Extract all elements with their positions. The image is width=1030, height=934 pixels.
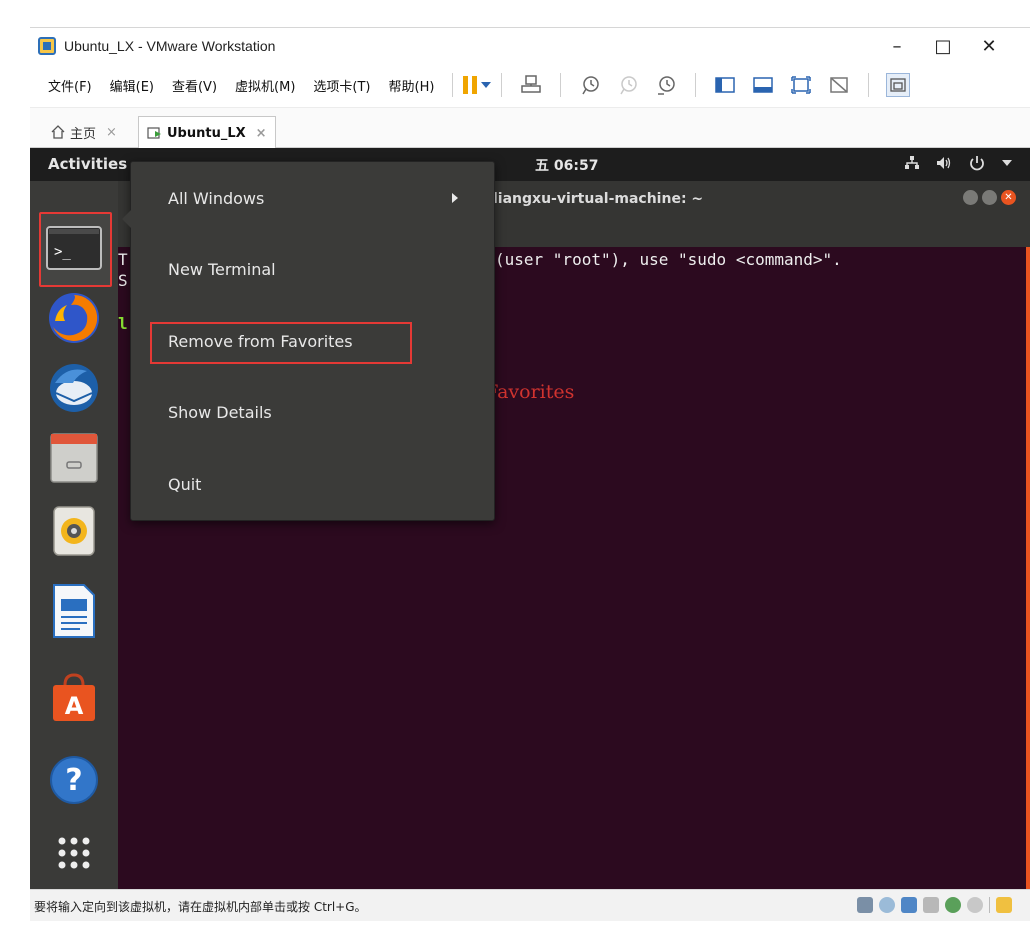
console-view-icon[interactable] bbox=[751, 73, 775, 97]
thunderbird-icon[interactable] bbox=[42, 356, 106, 420]
home-icon bbox=[51, 125, 65, 139]
window-title: Ubuntu_LX - VMware Workstation bbox=[64, 37, 276, 54]
dock: >_ A ? bbox=[30, 181, 118, 889]
pause-icon bbox=[463, 76, 478, 94]
svg-text:>_: >_ bbox=[54, 244, 71, 260]
power-icon[interactable] bbox=[968, 154, 986, 172]
vmware-app-icon bbox=[38, 36, 56, 55]
snapshot-icon[interactable] bbox=[578, 73, 602, 97]
menu-pointer bbox=[122, 210, 131, 228]
menu-vm[interactable]: 虚拟机(M) bbox=[235, 76, 295, 95]
terminal-icon[interactable]: >_ bbox=[42, 216, 106, 280]
pause-button[interactable] bbox=[463, 76, 492, 94]
status-separator bbox=[989, 897, 990, 913]
terminal-prompt-prefix: l bbox=[118, 314, 128, 333]
menu-item-show-details[interactable]: Show Details bbox=[168, 403, 272, 422]
volume-icon[interactable] bbox=[936, 155, 952, 171]
menu-bar: 文件(F) 编辑(E) 查看(V) 虚拟机(M) 选项卡(T) 帮助(H) bbox=[30, 63, 1030, 108]
fullscreen-icon[interactable] bbox=[789, 73, 813, 97]
tab-ubuntu-lx[interactable]: Ubuntu_LX × bbox=[138, 116, 276, 149]
terminal-minimize-button[interactable] bbox=[963, 190, 978, 205]
menu-item-all-windows[interactable]: All Windows bbox=[168, 189, 264, 208]
menu-edit[interactable]: 编辑(E) bbox=[110, 76, 154, 95]
tab-home-close-icon[interactable]: × bbox=[106, 125, 117, 140]
submenu-arrow-icon bbox=[452, 193, 458, 203]
terminal-window-controls: ✕ bbox=[963, 190, 1016, 205]
library-view-icon[interactable] bbox=[713, 73, 737, 97]
tab-home[interactable]: 主页 × bbox=[42, 116, 125, 148]
dock-context-menu: All Windows New Terminal Remove from Fav… bbox=[122, 161, 495, 521]
snapshot-manager-icon[interactable] bbox=[654, 73, 678, 97]
menu-file[interactable]: 文件(F) bbox=[48, 76, 92, 95]
tab-home-label: 主页 bbox=[70, 126, 97, 142]
vm-running-icon bbox=[147, 127, 161, 139]
maximize-button[interactable]: □ bbox=[920, 28, 966, 64]
files-icon[interactable] bbox=[42, 426, 106, 490]
clock[interactable]: 五 06:57 bbox=[535, 155, 598, 175]
toolbar-separator bbox=[501, 73, 503, 97]
software-center-icon[interactable]: A bbox=[42, 666, 106, 730]
display-icon[interactable] bbox=[967, 897, 983, 913]
hard-disk-icon[interactable] bbox=[857, 897, 873, 913]
device-icons bbox=[857, 897, 1012, 913]
unity-mode-icon[interactable] bbox=[827, 73, 851, 97]
status-text: 要将输入定向到该虚拟机，请在虚拟机内部单击或按 Ctrl+G。 bbox=[34, 900, 367, 914]
terminal-maximize-button[interactable] bbox=[982, 190, 997, 205]
cd-dvd-icon[interactable] bbox=[879, 897, 895, 913]
close-button[interactable]: ✕ bbox=[966, 28, 1012, 64]
sound-card-icon[interactable] bbox=[945, 897, 961, 913]
chevron-down-icon[interactable] bbox=[481, 82, 492, 88]
rhythmbox-icon[interactable] bbox=[42, 499, 106, 563]
system-tray[interactable] bbox=[904, 154, 1012, 172]
menu-help[interactable]: 帮助(H) bbox=[389, 76, 435, 95]
minimize-button[interactable]: – bbox=[874, 28, 920, 64]
network-adapter-icon[interactable] bbox=[901, 897, 917, 913]
menu-view[interactable]: 查看(V) bbox=[172, 76, 217, 95]
window-titlebar: Ubuntu_LX - VMware Workstation – □ ✕ bbox=[30, 27, 1030, 63]
toolbar-separator bbox=[695, 73, 697, 97]
terminal-line-prefix: T bbox=[118, 250, 128, 269]
menu-item-quit[interactable]: Quit bbox=[168, 475, 201, 494]
tab-vm-label: Ubuntu_LX bbox=[167, 125, 246, 141]
status-bar: 要将输入定向到该虚拟机，请在虚拟机内部单击或按 Ctrl+G。 bbox=[30, 889, 1030, 921]
menu-item-remove-from-favorites[interactable]: Remove from Favorites bbox=[168, 332, 353, 351]
activities-button[interactable]: Activities bbox=[48, 155, 127, 173]
menu-tabs[interactable]: 选项卡(T) bbox=[313, 76, 370, 95]
terminal-line: (user "root"), use "sudo <command>". bbox=[495, 250, 842, 269]
terminal-close-button[interactable]: ✕ bbox=[1001, 190, 1016, 205]
show-apps-icon[interactable] bbox=[42, 821, 106, 885]
terminal-line-prefix: S bbox=[118, 271, 128, 290]
toolbar-separator bbox=[452, 73, 454, 97]
revert-snapshot-icon[interactable] bbox=[616, 73, 640, 97]
network-icon[interactable] bbox=[904, 155, 920, 171]
chevron-down-icon[interactable] bbox=[1002, 160, 1012, 166]
svg-text:A: A bbox=[65, 692, 84, 720]
firefox-icon[interactable] bbox=[42, 286, 106, 350]
help-icon[interactable]: ? bbox=[42, 748, 106, 812]
printer-icon[interactable] bbox=[923, 897, 939, 913]
menu-item-new-terminal[interactable]: New Terminal bbox=[168, 260, 276, 279]
message-log-icon[interactable] bbox=[996, 897, 1012, 913]
libreoffice-writer-icon[interactable] bbox=[42, 579, 106, 643]
toolbar-separator bbox=[560, 73, 562, 97]
window-mode-icon[interactable] bbox=[886, 73, 911, 97]
svg-text:?: ? bbox=[65, 763, 82, 798]
vm-tab-bar: 主页 × Ubuntu_LX × bbox=[30, 108, 1030, 149]
send-ctrl-alt-del-icon[interactable] bbox=[519, 73, 543, 97]
terminal-title: liangxu-virtual-machine: ~ bbox=[493, 191, 704, 207]
tab-vm-close-icon[interactable]: × bbox=[256, 126, 267, 141]
terminal-edge bbox=[1026, 247, 1030, 889]
toolbar-separator bbox=[868, 73, 870, 97]
